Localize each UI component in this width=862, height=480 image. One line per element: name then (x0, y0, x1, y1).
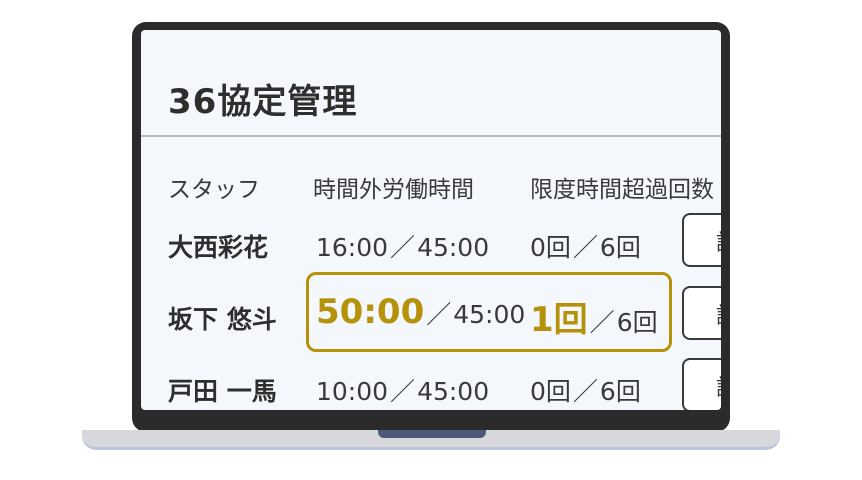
detail-button[interactable]: 詳 (682, 286, 721, 340)
exceed-count: 0回 (530, 233, 571, 262)
exceed-cell: 0回／6回 (530, 372, 641, 408)
separator: ／ (390, 233, 416, 262)
separator: ／ (572, 377, 598, 406)
overtime-used: 10:00 (316, 377, 389, 406)
column-header-exceed: 限度時間超過回数 (530, 177, 714, 203)
overtime-cell: 50:00／45:00 (316, 292, 525, 332)
exceed-count: 1回 (530, 300, 588, 340)
separator: ／ (390, 377, 416, 406)
separator: ／ (589, 308, 615, 337)
staff-name: 大西彩花 (168, 233, 269, 262)
column-header-overtime: 時間外労働時間 (313, 177, 474, 203)
laptop-notch (378, 430, 486, 438)
detail-button[interactable]: 詳 (682, 213, 721, 267)
page-title: 36協定管理 (168, 82, 358, 122)
staff-name: 坂下 悠斗 (168, 305, 277, 334)
overtime-limit: 45:00 (417, 233, 490, 262)
separator: ／ (572, 233, 598, 262)
overtime-cell: 10:00／45:00 (316, 372, 489, 408)
app-screen: 36協定管理 スタッフ 時間外労働時間 限度時間超過回数 大西彩花 16:00／… (141, 30, 721, 410)
overtime-limit: 45:00 (417, 377, 490, 406)
overtime-limit: 45:00 (453, 300, 526, 329)
exceed-count: 0回 (530, 377, 571, 406)
exceed-cell: 1回／6回 (530, 292, 658, 341)
column-header-staff: スタッフ (168, 177, 260, 203)
overtime-cell: 16:00／45:00 (316, 228, 489, 264)
detail-button[interactable]: 詳 (682, 358, 721, 410)
staff-name: 戸田 一馬 (168, 377, 277, 406)
title-divider (141, 135, 721, 137)
overtime-used: 16:00 (316, 233, 389, 262)
overtime-used: 50:00 (316, 292, 425, 332)
exceed-cell: 0回／6回 (530, 228, 641, 264)
exceed-limit: 6回 (599, 233, 641, 262)
exceed-limit: 6回 (599, 377, 641, 406)
exceed-limit: 6回 (616, 308, 658, 337)
separator: ／ (426, 300, 452, 329)
